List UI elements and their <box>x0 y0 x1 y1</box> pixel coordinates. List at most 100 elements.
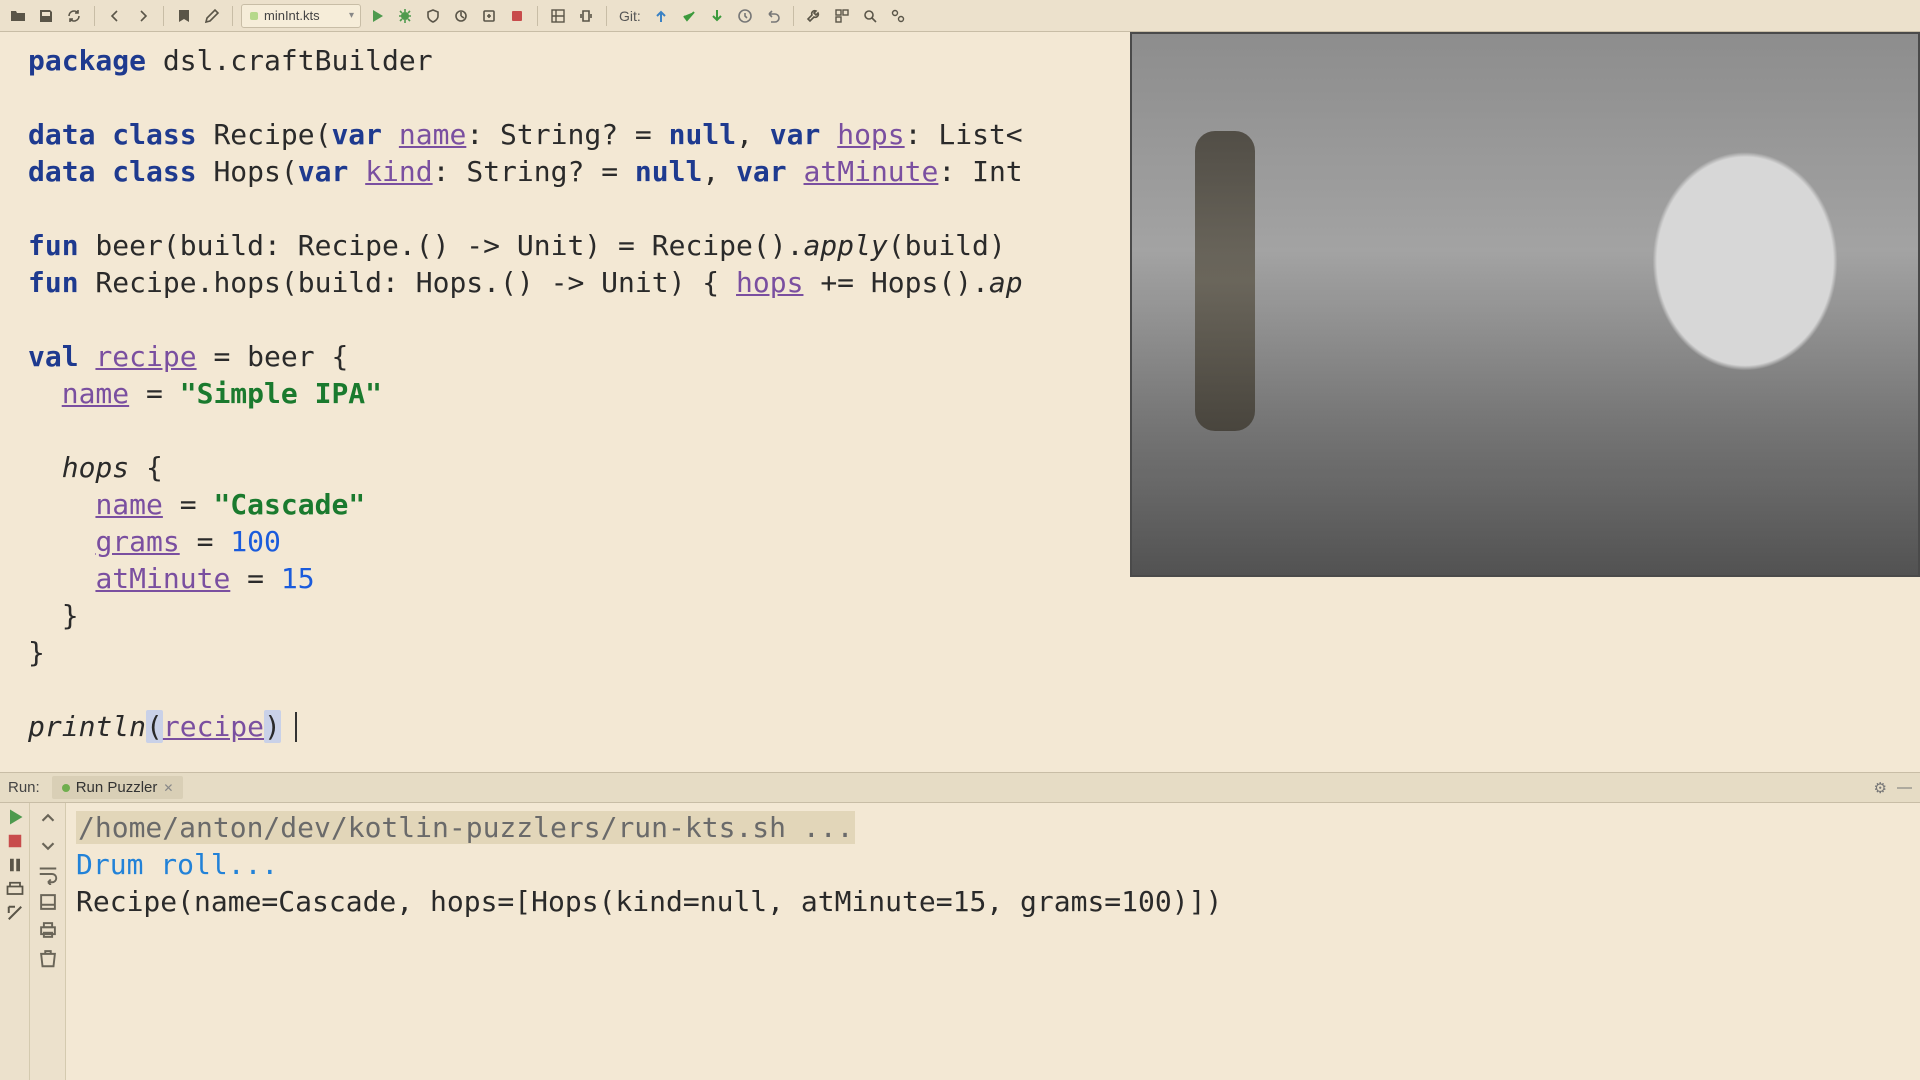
expand-icon[interactable] <box>574 4 598 28</box>
gear-icon[interactable]: ⚙ <box>1874 779 1887 797</box>
property-name: name <box>62 377 129 410</box>
exit-icon[interactable] <box>5 903 25 923</box>
profile-icon[interactable] <box>449 4 473 28</box>
classname: Recipe( <box>197 118 332 151</box>
matched-paren-close: ) <box>264 710 281 743</box>
package-name: dsl.craftBuilder <box>146 44 433 77</box>
type: : Int <box>938 155 1022 188</box>
val-name: recipe <box>95 340 196 373</box>
pad <box>28 451 62 484</box>
close-icon[interactable]: ✕ <box>163 781 173 795</box>
soft-wrap-icon[interactable] <box>37 863 59 885</box>
call-args: (build) <box>888 229 1006 262</box>
overlay-photo <box>1132 34 1918 575</box>
search-icon[interactable] <box>858 4 882 28</box>
rerun-icon[interactable] <box>5 807 25 827</box>
pause-icon[interactable] <box>5 855 25 875</box>
property-name: atMinute <box>804 155 939 188</box>
clear-icon[interactable] <box>37 947 59 969</box>
null-keyword: null <box>635 155 702 188</box>
sync-icon[interactable] <box>62 4 86 28</box>
classname: Hops( <box>197 155 298 188</box>
number-literal: 15 <box>281 562 315 595</box>
down-icon[interactable] <box>37 835 59 857</box>
console-output[interactable]: /home/anton/dev/kotlin-puzzlers/run-kts.… <box>66 803 1920 1080</box>
debug-icon[interactable] <box>393 4 417 28</box>
settings-icon[interactable] <box>886 4 910 28</box>
keyword: var <box>298 155 349 188</box>
print-icon[interactable] <box>37 919 59 941</box>
stop-icon[interactable] <box>505 4 529 28</box>
punct: , <box>736 118 770 151</box>
back-icon[interactable] <box>103 4 127 28</box>
console-command: /home/anton/dev/kotlin-puzzlers/run-kts.… <box>76 811 855 844</box>
hops-dsl-call: hops <box>62 451 129 484</box>
git-push-icon[interactable] <box>705 4 729 28</box>
property-name: hops <box>837 118 904 151</box>
git-rollback-icon[interactable] <box>761 4 785 28</box>
assign: = beer { <box>197 340 349 373</box>
attach-icon[interactable] <box>477 4 501 28</box>
run-icon[interactable] <box>365 4 389 28</box>
toolbar-separator <box>163 6 164 26</box>
number-literal: 100 <box>230 525 281 558</box>
keyword: var <box>331 118 382 151</box>
run-right-gutter <box>30 803 66 1080</box>
keyword: val <box>28 340 79 373</box>
close: } <box>28 599 79 632</box>
apply-call: apply <box>803 229 887 262</box>
minimize-icon[interactable]: — <box>1897 779 1912 796</box>
save-icon[interactable] <box>34 4 58 28</box>
keyword: data <box>28 155 95 188</box>
toolbar-separator <box>793 6 794 26</box>
coverage-icon[interactable] <box>421 4 445 28</box>
close: } <box>28 636 45 669</box>
val-ref: recipe <box>163 710 264 743</box>
run-tool-window: Run: Run Puzzler ✕ ⚙ — /home/anton/dev/k… <box>0 772 1920 1080</box>
run-status-icon <box>62 784 70 792</box>
property-name: grams <box>95 525 179 558</box>
console-line: Drum roll... <box>76 848 278 881</box>
run-tab-label: Run Puzzler <box>76 779 158 796</box>
brace: { <box>129 451 163 484</box>
stop-run-icon[interactable] <box>5 831 25 851</box>
git-update-icon[interactable] <box>649 4 673 28</box>
run-configuration-combo[interactable]: minInt.kts ▾ <box>241 4 361 28</box>
punct: , <box>702 155 736 188</box>
dump-icon[interactable] <box>5 879 25 899</box>
kotlin-file-icon <box>250 12 258 20</box>
forward-icon[interactable] <box>131 4 155 28</box>
property-name: kind <box>365 155 432 188</box>
open-icon[interactable] <box>6 4 30 28</box>
property-name: hops <box>736 266 803 299</box>
apply-cut: ap <box>989 266 1023 299</box>
run-tab[interactable]: Run Puzzler ✕ <box>52 776 184 799</box>
eq: = <box>129 377 180 410</box>
toolbar-separator <box>537 6 538 26</box>
editor-area: package dsl.craftBuilder data class Reci… <box>0 32 1920 772</box>
run-label: Run: <box>8 779 40 796</box>
console-line: Recipe(name=Cascade, hops=[Hops(kind=nul… <box>76 885 1222 918</box>
keyword: class <box>112 155 196 188</box>
structure-icon[interactable] <box>830 4 854 28</box>
keyword: class <box>112 118 196 151</box>
git-label: Git: <box>615 8 645 24</box>
pad <box>28 562 95 595</box>
pencil-icon[interactable] <box>200 4 224 28</box>
scroll-end-icon[interactable] <box>37 891 59 913</box>
toolbar-separator <box>606 6 607 26</box>
eq: = <box>163 488 214 521</box>
wrench-icon[interactable] <box>802 4 826 28</box>
pad <box>28 525 95 558</box>
keyword: data <box>28 118 95 151</box>
git-commit-icon[interactable] <box>677 4 701 28</box>
up-icon[interactable] <box>37 807 59 829</box>
eq: = <box>230 562 281 595</box>
keyword: var <box>736 155 787 188</box>
pad <box>28 377 62 410</box>
layout-icon[interactable] <box>546 4 570 28</box>
bookmark-icon[interactable] <box>172 4 196 28</box>
string-literal: "Cascade" <box>213 488 365 521</box>
git-history-icon[interactable] <box>733 4 757 28</box>
matched-paren-open: ( <box>146 710 163 743</box>
